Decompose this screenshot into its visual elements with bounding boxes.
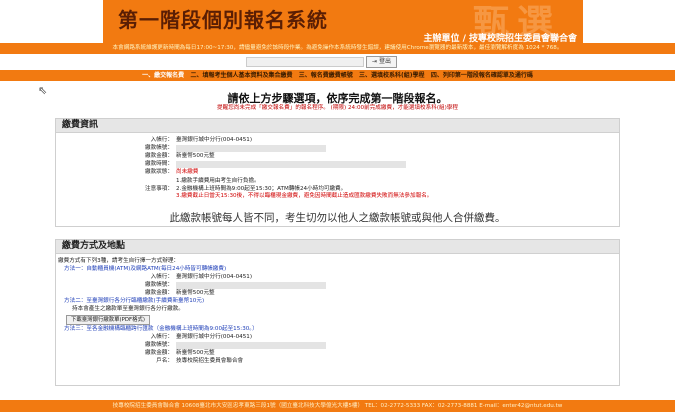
method-value: 臺灣銀行城中分行(004-0451) (176, 334, 253, 340)
nav-step-select-dept[interactable]: 三、選填校系科(組)學程 (359, 72, 425, 79)
method1-account-value (176, 282, 326, 289)
method2-title: 方法二：至臺灣銀行各分行臨櫃繳款(手續費新臺幣10元) (64, 298, 205, 304)
method-value: 新臺幣500元整 (176, 350, 215, 356)
note-item: 3.繳費截止日當天15:30後，不得以臨櫃現金繳費，避免因時間截止造成匯款繳費失… (176, 193, 433, 199)
method-label: 戶名： (156, 358, 173, 364)
method3-account-value (176, 342, 326, 349)
step-reminder: 提醒您尚未完成「繳交報名費」的報名程序。 (期限) 24:00前完成繳費，才能選… (217, 105, 458, 111)
payment-info-heading: 繳費資訊 (56, 119, 619, 133)
method-label: 繳款金額： (145, 350, 173, 356)
method3-title: 方法三：至各金融機構臨櫃跨行匯款（金融機構上班時間為9:00起至15:30。） (64, 326, 258, 332)
nav-sep (295, 72, 297, 79)
info-label: 繳款帳號： (145, 145, 173, 151)
info-label: 繳款金額： (145, 153, 173, 159)
logout-button[interactable]: ⇥ 登出 (366, 56, 398, 68)
footer-contact: 技專校院招生委員會聯合會 10608臺北市大安區忠孝東路三段1號（國立臺北科技大… (0, 400, 675, 412)
method-label: 繳款帳號： (145, 342, 173, 348)
nav-step-pay-fee[interactable]: 一、繳交報名費 (142, 72, 184, 79)
payment-method-panel: 繳費方式及地點 繳費方式有下列3種，請考生自行擇一方式辦理： 方法一：自動櫃員機… (55, 239, 620, 386)
method2-desc: 持本會產生之繳款單至臺灣銀行各分行繳款。 (72, 306, 184, 312)
info-value: 新臺幣500元整 (176, 153, 215, 159)
info-label: 繳款時間： (145, 161, 173, 167)
account-number-value (176, 145, 326, 152)
method-label: 入帳行： (150, 334, 173, 340)
nav-sep (186, 72, 188, 79)
nav-step-basic-info[interactable]: 二、填報考生個人基本資料及集合繳費 (190, 72, 292, 79)
method-label: 繳款金額： (145, 290, 173, 296)
account-warning: 此繳款帳號每人皆不同，考生切勿以他人之繳款帳號或與他人合併繳費。 (169, 212, 506, 224)
method-value: 臺灣銀行城中分行(004-0451) (176, 274, 253, 280)
nav-sep (355, 72, 357, 79)
header-banner: 第一階段個別報名系統 甄選 主辦單位 / 技專校院招生委員會聯合會 (103, 0, 583, 43)
info-value: 臺灣銀行城中分行(004-0451) (176, 137, 253, 143)
payment-time-value (176, 161, 406, 168)
nav-step-print-confirm[interactable]: 四、列印第一階段報名確認單及通行碼 (431, 72, 533, 79)
info-label: 入帳行： (150, 137, 173, 143)
method-value: 新臺幣500元整 (176, 290, 215, 296)
nav-sep (427, 72, 429, 79)
note-item: 1.繳款手續費用由考生自行負擔。 (176, 178, 260, 184)
payment-info-panel: 繳費資訊 入帳行： 臺灣銀行城中分行(004-0451) 繳款帳號： 繳款金額：… (55, 118, 620, 227)
nav-step-fee-account[interactable]: 三、報名費繳費帳號 (299, 72, 353, 79)
method-label: 入帳行： (150, 274, 173, 280)
method-intro: 繳費方式有下列3種，請考生自行擇一方式辦理： (58, 258, 180, 264)
method-label: 繳款帳號： (145, 282, 173, 288)
payment-status-badge: 尚未繳費 (176, 169, 199, 175)
download-slip-button[interactable]: 下載臺灣銀行繳款單(PDF格式) (66, 315, 151, 325)
user-info-field (246, 57, 364, 67)
logout-icon: ⇥ (372, 58, 378, 65)
payment-method-heading: 繳費方式及地點 (56, 240, 619, 254)
info-label: 繳款狀態： (145, 169, 173, 175)
method1-title: 方法一：自動櫃員機(ATM)及網路ATM(每日24小時皆可轉帳繳費) (64, 266, 227, 272)
notes-label: 注意事項： (145, 186, 173, 192)
step-nav: 一、繳交報名費 二、填報考生個人基本資料及集合繳費 三、報名費繳費帳號 三、選填… (0, 70, 675, 81)
organizer-label: 主辦單位 / 技專校院招生委員會聯合會 (423, 34, 577, 43)
maintenance-notice: 本會網路系統維護更新時間為每日17:00~17:30，請儘量避免於該時段作業。為… (0, 43, 675, 54)
method-value: 技專校院招生委員會聯合會 (176, 358, 244, 364)
logout-label: 登出 (379, 58, 392, 65)
login-row: ⇥ 登出 (0, 55, 675, 69)
system-title: 第一階段個別報名系統 (118, 8, 328, 32)
note-item: 2.金融機構上班時間為9:00起至15:30；ATM轉帳24小時均可繳費。 (176, 186, 347, 192)
